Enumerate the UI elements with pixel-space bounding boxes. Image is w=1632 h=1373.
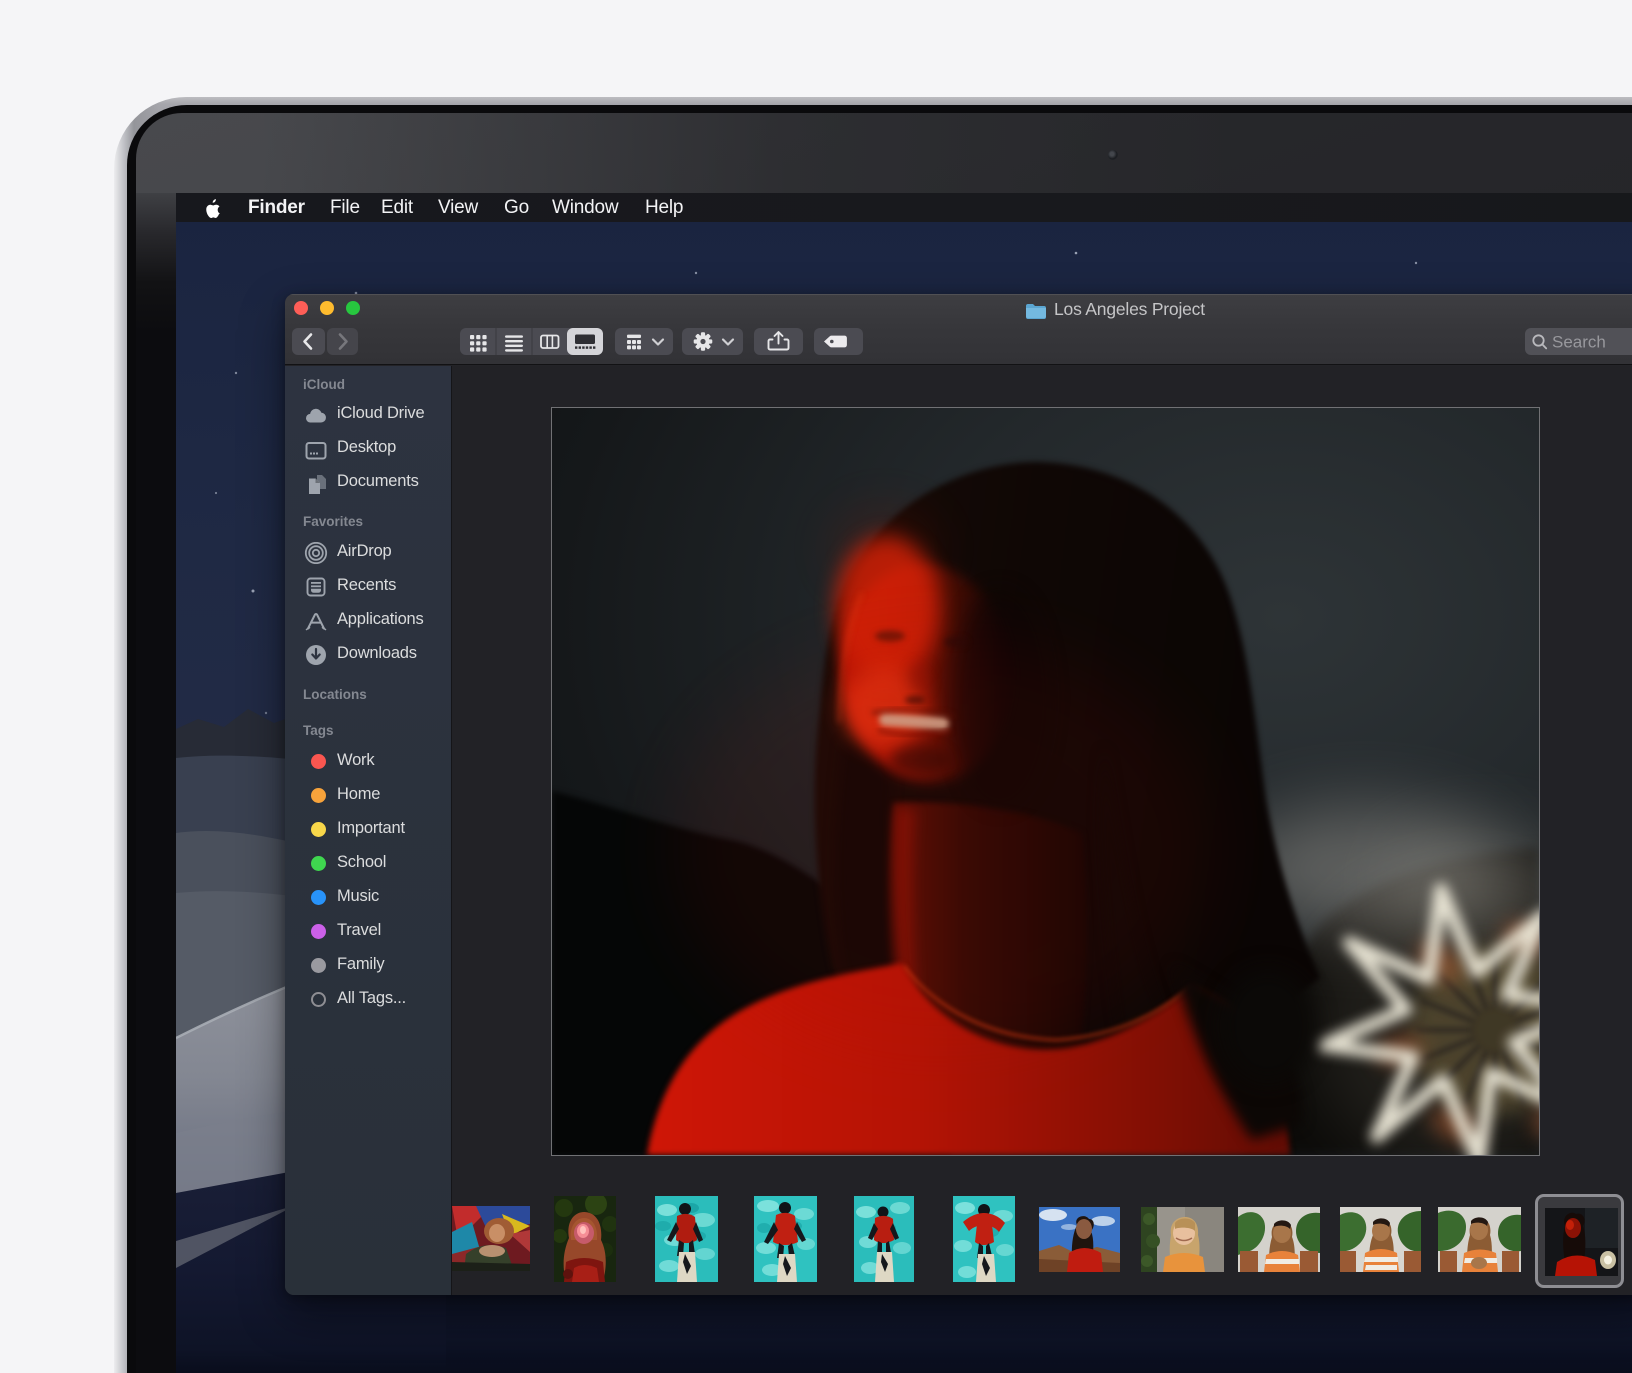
svg-text:Search: Search — [1552, 333, 1606, 352]
